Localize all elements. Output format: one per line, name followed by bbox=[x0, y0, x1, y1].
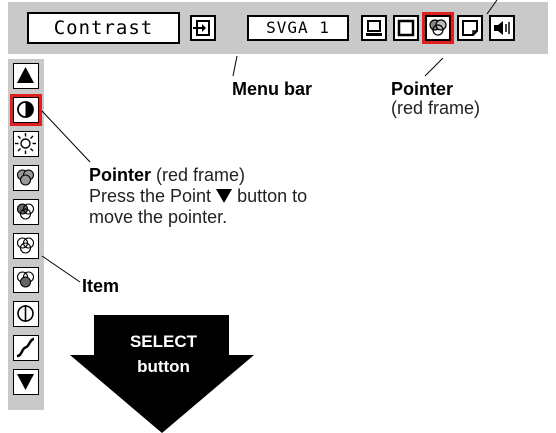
callout-lines bbox=[41, 0, 498, 433]
pointer-top-leader bbox=[424, 57, 444, 77]
pointer-left-sub: (red frame) bbox=[156, 165, 246, 185]
button-to-text: button to bbox=[237, 186, 308, 206]
pointer-top-callout-sub: (red frame) bbox=[391, 98, 481, 118]
menu-bar-leader bbox=[232, 55, 238, 77]
select-label-line2: button bbox=[137, 357, 190, 376]
item-leader bbox=[41, 255, 81, 283]
press-point-text: Press the Point bbox=[89, 186, 212, 206]
pointer-left-callout-line2: Press the Point button to bbox=[89, 185, 307, 207]
pointer-left-callout-line1: Pointer (red frame) bbox=[89, 164, 245, 186]
select-button-label: SELECT button bbox=[91, 329, 236, 379]
menu-bar-callout: Menu bar bbox=[232, 79, 313, 99]
select-label-line1: SELECT bbox=[129, 332, 198, 351]
pointer-left-callout-line3: move the pointer. bbox=[89, 207, 228, 227]
point-down-icon bbox=[216, 186, 233, 203]
sound-leader bbox=[486, 0, 498, 15]
item-callout: Item bbox=[82, 276, 120, 296]
pointer-left-title: Pointer bbox=[89, 165, 152, 185]
pointer-left-leader bbox=[41, 110, 91, 163]
